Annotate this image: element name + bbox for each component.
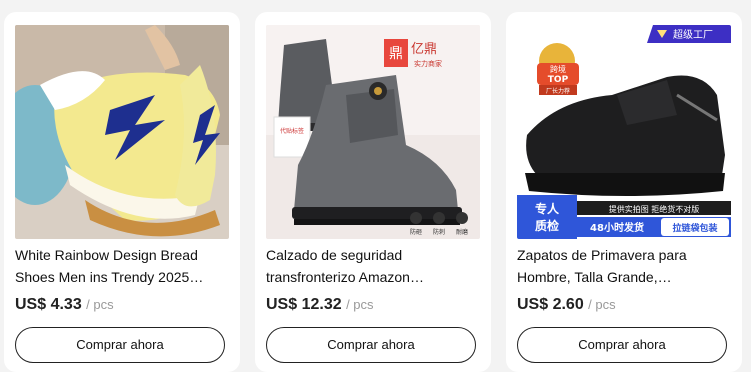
buy-now-button[interactable]: Comprar ahora [517, 327, 727, 363]
svg-text:防刺: 防刺 [433, 228, 445, 236]
product-card[interactable]: 超级工厂 跨境 TOP 厂长力荐 专人 质检 提供实拍图 拒绝货不对版 48小时… [506, 12, 742, 372]
svg-text:实力商家: 实力商家 [414, 59, 442, 68]
product-price: US$ 2.60 [517, 296, 584, 313]
price-unit: / pcs [86, 297, 114, 312]
product-grid: White Rainbow Design Bread Shoes Men ins… [0, 0, 751, 372]
price-row: US$ 12.32 / pcs [266, 296, 374, 314]
price-unit: / pcs [588, 297, 616, 312]
product-title[interactable]: Calzado de seguridad transfronterizo Ama… [266, 244, 478, 288]
product-price: US$ 12.32 [266, 296, 342, 313]
svg-text:耐磨: 耐磨 [456, 228, 468, 236]
price-unit: / pcs [346, 297, 374, 312]
product-image[interactable]: 鼎 亿鼎 实力商家 代贴标签 防砸 防刺 耐磨 [266, 25, 480, 239]
product-image[interactable] [15, 25, 229, 239]
svg-text:代贴标签: 代贴标签 [280, 127, 304, 135]
svg-text:跨境: 跨境 [550, 64, 566, 74]
svg-text:防砸: 防砸 [410, 228, 422, 236]
product-price: US$ 4.33 [15, 296, 82, 313]
buy-now-button[interactable]: Comprar ahora [15, 327, 225, 363]
buy-now-button[interactable]: Comprar ahora [266, 327, 476, 363]
svg-text:提供实拍图 拒绝货不对版: 提供实拍图 拒绝货不对版 [609, 204, 700, 214]
svg-text:拉链袋包装: 拉链袋包装 [672, 222, 718, 234]
svg-text:厂长力荐: 厂长力荐 [546, 87, 570, 95]
product-title[interactable]: Zapatos de Primavera para Hombre, Talla … [517, 244, 729, 288]
svg-text:鼎: 鼎 [389, 46, 403, 62]
product-card[interactable]: 鼎 亿鼎 实力商家 代贴标签 防砸 防刺 耐磨 Calzado de segur… [255, 12, 491, 372]
product-card[interactable]: White Rainbow Design Bread Shoes Men ins… [4, 12, 240, 372]
price-row: US$ 4.33 / pcs [15, 296, 114, 314]
product-title[interactable]: White Rainbow Design Bread Shoes Men ins… [15, 244, 227, 288]
svg-text:48小时发货: 48小时发货 [590, 221, 644, 234]
svg-text:超级工厂: 超级工厂 [673, 28, 713, 41]
svg-text:亿鼎: 亿鼎 [411, 42, 437, 57]
price-row: US$ 2.60 / pcs [517, 296, 616, 314]
svg-text:TOP: TOP [548, 75, 569, 85]
product-image[interactable]: 超级工厂 跨境 TOP 厂长力荐 专人 质检 提供实拍图 拒绝货不对版 48小时… [517, 25, 731, 239]
svg-text:质检: 质检 [535, 218, 559, 233]
svg-text:专人: 专人 [535, 201, 560, 216]
